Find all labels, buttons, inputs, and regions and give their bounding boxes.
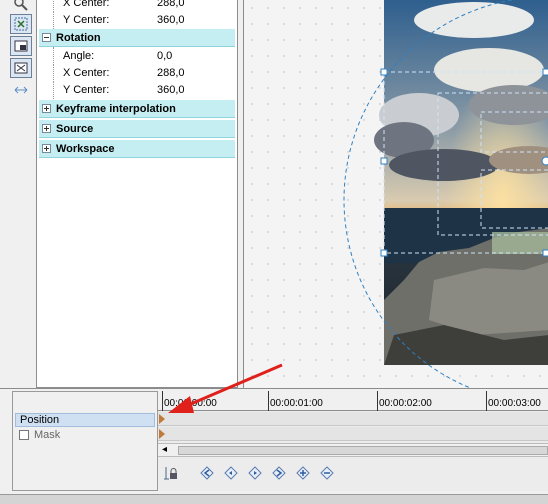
ruler-label: 00:00:00:00 [164, 398, 217, 409]
lock-icon[interactable] [162, 464, 180, 482]
video-frame-image [374, 0, 548, 365]
property-label: X Center: [63, 0, 110, 9]
preview-canvas-drawing [244, 0, 548, 388]
status-bar [0, 494, 548, 504]
property-label: Angle: [63, 50, 95, 62]
property-row[interactable]: X Center: 288,0 [37, 64, 237, 82]
category-workspace[interactable]: Workspace [39, 140, 235, 158]
keyframe-toolbar [158, 461, 548, 485]
mask-checkbox[interactable] [19, 430, 29, 440]
scroll-thumb[interactable] [178, 446, 548, 455]
category-label: Keyframe interpolation [56, 102, 176, 115]
property-label: Y Center: [63, 84, 110, 96]
remove-keyframe-icon[interactable] [318, 464, 336, 482]
property-value[interactable]: 288,0 [157, 0, 185, 9]
track-label: Position [20, 414, 60, 426]
expand-icon[interactable] [42, 144, 51, 153]
mask-keyframe-lane[interactable] [158, 427, 548, 441]
last-keyframe-icon[interactable] [270, 464, 288, 482]
keyframe-marker[interactable] [159, 414, 165, 424]
properties-panel: X Center: 288,0 Y Center: 360,0 Rotation… [36, 0, 238, 388]
add-keyframe-icon[interactable] [294, 464, 312, 482]
move-tool-button[interactable] [10, 36, 32, 56]
property-row[interactable]: Angle: 0,0 [37, 47, 237, 65]
property-row[interactable]: Y Center: 360,0 [37, 11, 237, 29]
property-label: Y Center: [63, 14, 110, 26]
ruler-label: 00:00:03:00 [488, 398, 541, 409]
keyframe-timeline: Position Mask 00:00:00:00 00:00:01:00 00… [0, 388, 548, 492]
fit-tool-button[interactable] [10, 58, 32, 78]
category-label: Source [56, 122, 94, 135]
track-list: Position Mask [12, 391, 158, 491]
timeline-scrollbar[interactable]: ◂ [158, 443, 548, 457]
property-value[interactable]: 360,0 [157, 14, 185, 26]
normal-edit-tool-button[interactable] [10, 14, 32, 34]
horizontal-arrow-icon[interactable] [10, 80, 32, 100]
property-value[interactable]: 288,0 [157, 67, 185, 79]
zoom-icon[interactable] [10, 0, 32, 14]
property-value[interactable]: 360,0 [157, 84, 185, 96]
rotation-handle [541, 156, 548, 166]
tool-column [0, 0, 36, 390]
position-keyframe-lane[interactable] [158, 412, 548, 426]
category-label: Rotation [56, 31, 101, 44]
collapse-icon[interactable] [42, 33, 51, 42]
property-label: X Center: [63, 67, 110, 79]
category-keyframe-interpolation[interactable]: Keyframe interpolation [39, 100, 235, 118]
property-value[interactable]: 0,0 [157, 50, 172, 62]
next-keyframe-icon[interactable] [246, 464, 264, 482]
track-position[interactable]: Position [15, 413, 155, 427]
prev-keyframe-icon[interactable] [222, 464, 240, 482]
keyframe-marker[interactable] [159, 429, 165, 439]
timeline-area[interactable]: 00:00:00:00 00:00:01:00 00:00:02:00 00:0… [158, 391, 548, 491]
ruler-label: 00:00:01:00 [270, 398, 323, 409]
expand-icon[interactable] [42, 124, 51, 133]
track-label: Mask [34, 429, 61, 441]
scroll-left-icon[interactable]: ◂ [162, 444, 167, 455]
property-row[interactable]: Y Center: 360,0 [37, 81, 237, 99]
category-rotation[interactable]: Rotation [39, 29, 235, 47]
expand-icon[interactable] [42, 104, 51, 113]
preview-canvas[interactable] [243, 0, 548, 388]
time-ruler[interactable]: 00:00:00:00 00:00:01:00 00:00:02:00 00:0… [158, 391, 548, 411]
track-mask[interactable]: Mask [15, 428, 155, 442]
ruler-label: 00:00:02:00 [379, 398, 432, 409]
category-label: Workspace [56, 142, 115, 155]
category-source[interactable]: Source [39, 120, 235, 138]
first-keyframe-icon[interactable] [198, 464, 216, 482]
